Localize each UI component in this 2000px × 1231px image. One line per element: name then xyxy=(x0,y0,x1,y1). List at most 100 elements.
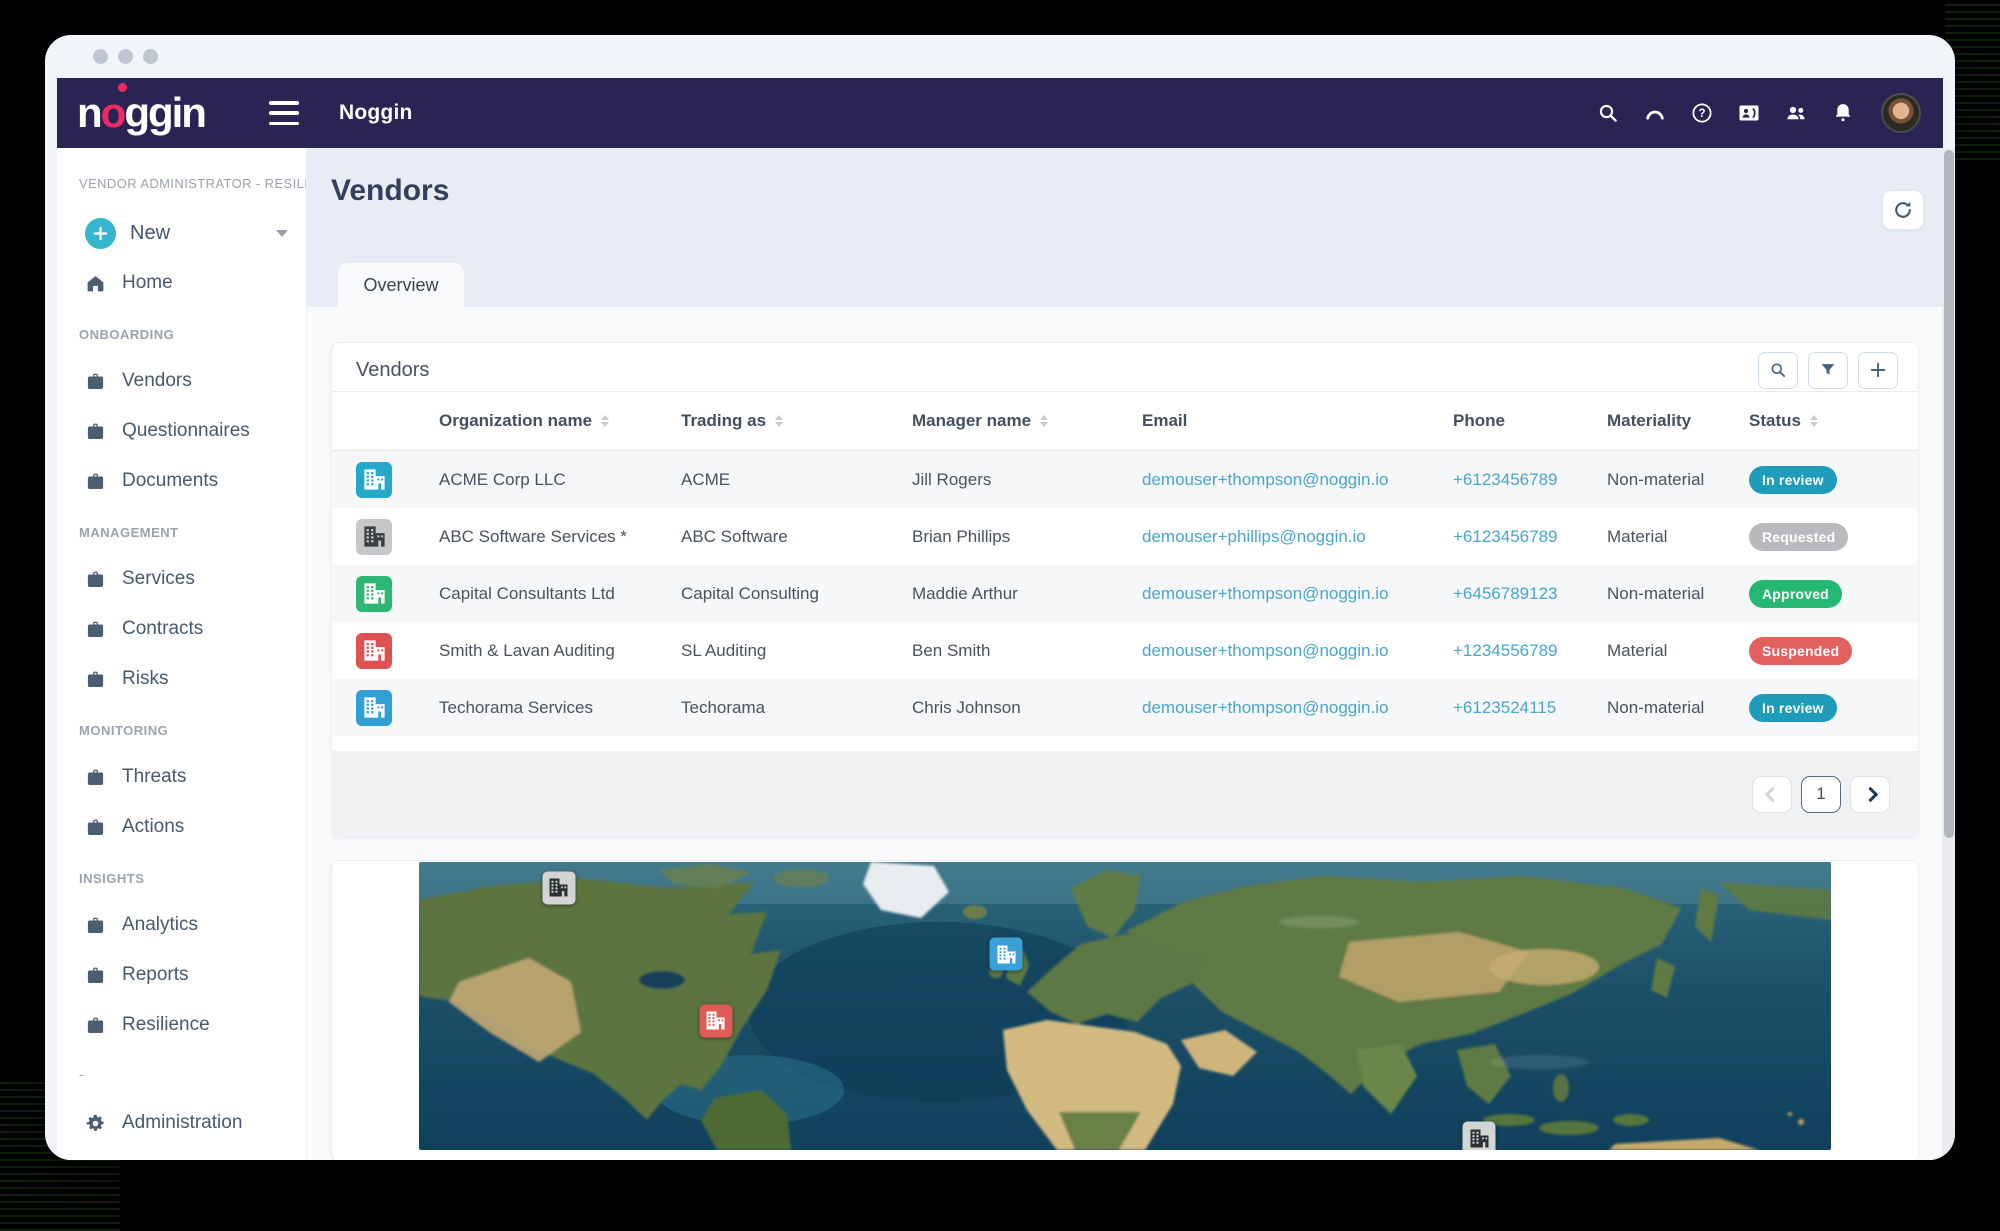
briefcase-icon xyxy=(85,619,106,640)
refresh-button[interactable] xyxy=(1882,190,1924,230)
pagination-page-button[interactable]: 1 xyxy=(1801,776,1841,813)
window-control-dot[interactable] xyxy=(93,49,108,64)
sidebar-divider: - xyxy=(57,1050,306,1098)
column-header-materiality: Materiality xyxy=(1607,411,1749,431)
cell-materiality: Non-material xyxy=(1607,470,1749,490)
column-header-trading-as[interactable]: Trading as xyxy=(681,411,912,431)
sidebar-item-contracts[interactable]: Contracts xyxy=(57,604,306,654)
email-link[interactable]: demouser+thompson@noggin.io xyxy=(1142,698,1388,717)
table-filter-button[interactable] xyxy=(1808,352,1848,389)
noggin-logo[interactable]: noggin xyxy=(57,92,253,134)
table-search-button[interactable] xyxy=(1758,352,1798,389)
map-marker[interactable] xyxy=(1463,1122,1496,1150)
map-marker[interactable] xyxy=(699,1004,732,1037)
map-card xyxy=(331,860,1919,1160)
main-content: Vendors Overview Vendors xyxy=(307,148,1942,1160)
cell-manager-name: Brian Phillips xyxy=(912,527,1142,547)
tab-overview[interactable]: Overview xyxy=(338,263,464,307)
sort-icon[interactable] xyxy=(601,415,609,428)
briefcase-icon xyxy=(85,817,106,838)
phone-link[interactable]: +6123456789 xyxy=(1453,470,1557,489)
sort-icon[interactable] xyxy=(1810,415,1818,428)
email-link[interactable]: demouser+phillips@noggin.io xyxy=(1142,527,1366,546)
status-badge: Approved xyxy=(1749,580,1842,608)
cell-organization-name: Smith & Lavan Auditing xyxy=(439,641,681,661)
sidebar-item-resilience[interactable]: Resilience xyxy=(57,1000,306,1050)
sidebar-item-services[interactable]: Services xyxy=(57,554,306,604)
sidebar-item-risks[interactable]: Risks xyxy=(57,654,306,704)
chevron-right-icon xyxy=(1862,786,1878,802)
email-link[interactable]: demouser+thompson@noggin.io xyxy=(1142,584,1388,603)
vendor-building-icon xyxy=(356,519,392,555)
briefcase-icon xyxy=(85,371,106,392)
sidebar-item-reports[interactable]: Reports xyxy=(57,950,306,1000)
users-icon[interactable] xyxy=(1783,100,1809,126)
headset-icon[interactable] xyxy=(1642,100,1668,126)
menu-icon[interactable] xyxy=(269,101,299,125)
sidebar-item-home[interactable]: Home xyxy=(57,258,306,308)
table-add-button[interactable] xyxy=(1858,352,1898,389)
cell-trading-as: ACME xyxy=(681,470,912,490)
sidebar-section-management: MANAGEMENT xyxy=(57,506,306,554)
briefcase-icon xyxy=(85,569,106,590)
table-row[interactable]: ABC Software Services * ABC Software Bri… xyxy=(332,508,1918,565)
table-row[interactable]: Capital Consultants Ltd Capital Consulti… xyxy=(332,565,1918,622)
chevron-down-icon[interactable] xyxy=(276,230,288,237)
email-link[interactable]: demouser+thompson@noggin.io xyxy=(1142,641,1388,660)
notifications-icon[interactable] xyxy=(1830,100,1856,126)
phone-link[interactable]: +1234556789 xyxy=(1453,641,1557,660)
phone-link[interactable]: +6123456789 xyxy=(1453,527,1557,546)
status-badge: In review xyxy=(1749,466,1837,494)
table-row[interactable]: ACME Corp LLC ACME Jill Rogers demouser+… xyxy=(332,451,1918,508)
vendor-map[interactable] xyxy=(419,862,1831,1150)
cell-organization-name: ABC Software Services * xyxy=(439,527,681,547)
sidebar-item-questionnaires[interactable]: Questionnaires xyxy=(57,406,306,456)
pagination-prev-button[interactable] xyxy=(1752,776,1792,813)
pagination-next-button[interactable] xyxy=(1850,776,1890,813)
briefcase-icon xyxy=(85,965,106,986)
sidebar-item-analytics[interactable]: Analytics xyxy=(57,900,306,950)
column-header-phone: Phone xyxy=(1453,411,1607,431)
sidebar: VENDOR ADMINISTRATOR - RESILI... New Hom… xyxy=(57,148,307,1160)
sidebar-item-actions[interactable]: Actions xyxy=(57,802,306,852)
help-icon[interactable]: ? xyxy=(1689,100,1715,126)
search-icon[interactable] xyxy=(1595,100,1621,126)
window-control-dot[interactable] xyxy=(118,49,133,64)
column-header-organization-name[interactable]: Organization name xyxy=(439,411,681,431)
table-row[interactable]: Techorama Services Techorama Chris Johns… xyxy=(332,679,1918,736)
column-header-status[interactable]: Status xyxy=(1749,411,1918,431)
table-footer: 1 xyxy=(332,751,1918,837)
contact-card-icon[interactable] xyxy=(1736,100,1762,126)
window-control-dot[interactable] xyxy=(143,49,158,64)
briefcase-icon xyxy=(85,915,106,936)
map-marker[interactable] xyxy=(990,938,1023,971)
app-title: Noggin xyxy=(339,101,413,125)
phone-link[interactable]: +6456789123 xyxy=(1453,584,1557,603)
scrollbar[interactable] xyxy=(1942,148,1955,1160)
map-marker[interactable] xyxy=(542,871,575,904)
sidebar-item-vendors[interactable]: Vendors xyxy=(57,356,306,406)
cell-trading-as: SL Auditing xyxy=(681,641,912,661)
sidebar-item-documents[interactable]: Documents xyxy=(57,456,306,506)
status-badge: Suspended xyxy=(1749,637,1852,665)
sidebar-item-administration[interactable]: Administration xyxy=(57,1098,306,1148)
scrollbar-thumb[interactable] xyxy=(1944,150,1954,838)
briefcase-icon xyxy=(85,767,106,788)
building-icon xyxy=(994,942,1018,966)
email-link[interactable]: demouser+thompson@noggin.io xyxy=(1142,470,1388,489)
sort-icon[interactable] xyxy=(1040,415,1048,428)
user-avatar[interactable] xyxy=(1881,93,1921,133)
briefcase-icon xyxy=(85,421,106,442)
sidebar-item-threats[interactable]: Threats xyxy=(57,752,306,802)
cell-materiality: Material xyxy=(1607,527,1749,547)
new-button[interactable]: New xyxy=(57,208,306,258)
cell-trading-as: ABC Software xyxy=(681,527,912,547)
table-row[interactable]: Smith & Lavan Auditing SL Auditing Ben S… xyxy=(332,622,1918,679)
status-badge: In review xyxy=(1749,694,1837,722)
column-header-manager-name[interactable]: Manager name xyxy=(912,411,1142,431)
sort-icon[interactable] xyxy=(775,415,783,428)
app-bar: noggin Noggin ? xyxy=(57,78,1943,148)
cell-materiality: Material xyxy=(1607,641,1749,661)
app-window: noggin Noggin ? xyxy=(45,35,1955,1160)
phone-link[interactable]: +6123524115 xyxy=(1453,698,1556,717)
